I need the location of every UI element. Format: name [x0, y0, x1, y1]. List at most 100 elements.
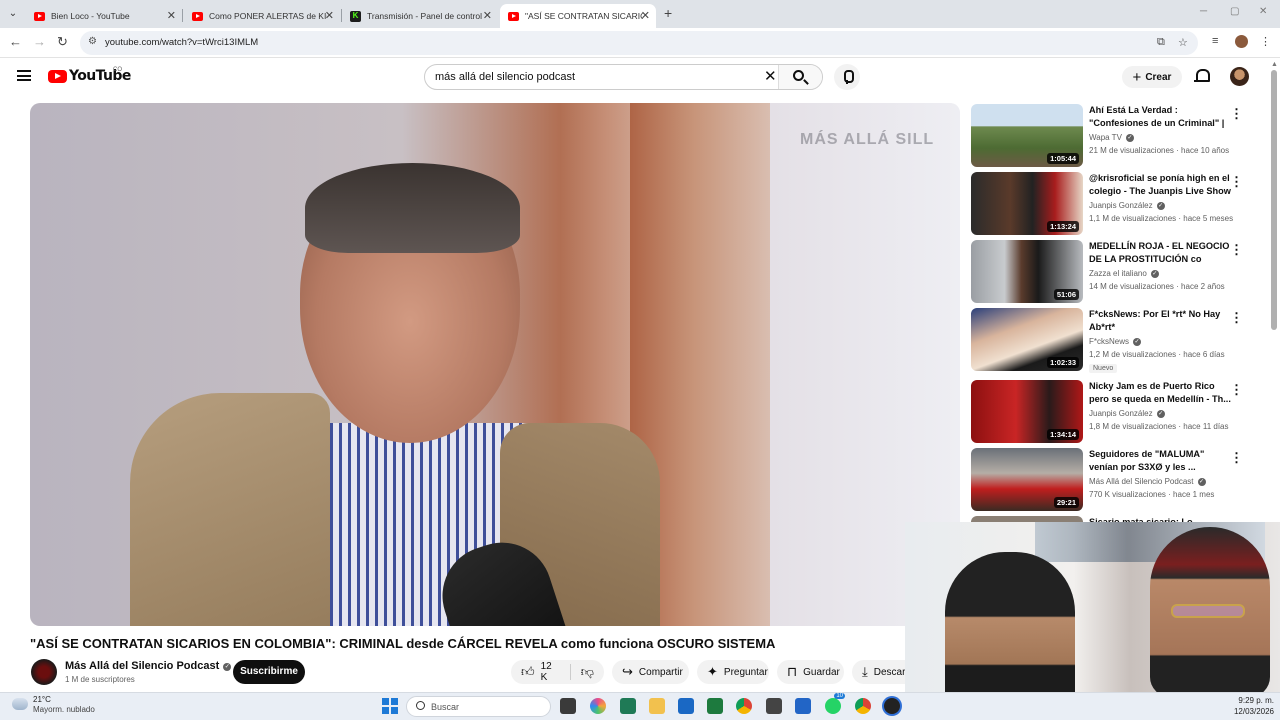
cloud-weather-icon[interactable] [12, 698, 28, 710]
create-label: Crear [1145, 71, 1172, 83]
chrome-profile-icon[interactable] [855, 698, 871, 714]
tab-alertas-kick[interactable]: Como PONER ALERTAS de KICK ✕ [184, 4, 340, 28]
recommendation-title[interactable]: MEDELLÍN ROJA - EL NEGOCIO DE LA PROSTIT… [1089, 240, 1231, 266]
dislike-button[interactable]: 👎︎ [571, 660, 604, 684]
notes-app-icon[interactable] [620, 698, 636, 714]
new-badge: Nuevo [1089, 364, 1118, 373]
vscode-like-app-icon[interactable] [795, 698, 811, 714]
share-button[interactable]: ↪ Compartir [612, 660, 689, 684]
speaker-hair [305, 163, 520, 253]
tab-search-chevron-icon[interactable]: ⌄ [4, 5, 22, 23]
video-thumbnail[interactable]: 1:34:14 [971, 380, 1083, 443]
search-icon [793, 70, 804, 81]
create-button[interactable]: + Crear [1122, 66, 1182, 88]
video-title: "ASÍ SE CONTRATAN SICARIOS EN COLOMBIA":… [30, 636, 776, 651]
more-options-icon[interactable]: ⋮ [1230, 310, 1243, 326]
tab-panel-control[interactable]: K Transmisión - Panel de control ✕ [342, 4, 498, 28]
install-app-icon[interactable]: ⧉ [1157, 36, 1165, 49]
recommendation-item[interactable]: 1:05:44 Ahí Está La Verdad : "Confesione… [971, 104, 1256, 168]
video-thumbnail[interactable]: 29:21 [971, 448, 1083, 511]
weather-description[interactable]: Mayorm. nublado [33, 705, 95, 714]
recommendation-title[interactable]: Ahí Está La Verdad : "Confesiones de un … [1089, 104, 1231, 131]
voice-search-mic-icon[interactable] [834, 64, 860, 90]
recommendation-title[interactable]: F*cksNews: Por El *rt* No Hay Ab*rt* [1089, 308, 1231, 334]
notifications-bell-icon[interactable] [1194, 69, 1210, 83]
video-thumbnail[interactable]: 1:13:24 [971, 172, 1083, 235]
recommendation-channel: Juanpis González [1089, 201, 1153, 210]
restore-icon[interactable]: ▢ [1230, 6, 1239, 17]
more-options-icon[interactable]: ⋮ [1230, 174, 1243, 190]
browser-profile-avatar[interactable] [1235, 35, 1248, 48]
more-options-icon[interactable]: ⋮ [1230, 242, 1243, 258]
task-view-icon[interactable] [560, 698, 576, 714]
like-button[interactable]: 👍︎ 12 K [511, 660, 570, 684]
recommendation-title[interactable]: Nicky Jam es de Puerto Rico pero se qued… [1089, 380, 1231, 406]
obs-studio-icon[interactable] [884, 698, 900, 714]
forward-arrow-icon[interactable]: → [33, 34, 46, 49]
reload-icon[interactable]: ↻ [57, 34, 68, 50]
copilot-icon[interactable] [590, 698, 606, 714]
bookmark-star-icon[interactable]: ☆ [1178, 36, 1188, 49]
more-options-icon[interactable]: ⋮ [1230, 382, 1243, 398]
browser-tab-strip: ⌄ Bien Loco - YouTube ✕ Como PONER ALERT… [0, 0, 1280, 28]
recommendation-item[interactable]: 1:34:14 Nicky Jam es de Puerto Rico pero… [971, 380, 1256, 444]
windows-start-icon[interactable] [382, 698, 398, 714]
site-info-icon[interactable]: ⚙ [88, 36, 97, 47]
recommendation-item[interactable]: 1:13:24 @krisroficial se ponía high en e… [971, 172, 1256, 236]
excel-icon[interactable] [707, 698, 723, 714]
view-count: 14 M de visualizaciones [1089, 282, 1174, 291]
scroll-up-arrow-icon[interactable]: ▲ [1271, 61, 1278, 68]
upload-age: hace 11 días [1183, 422, 1229, 431]
account-avatar[interactable] [1230, 67, 1249, 86]
hamburger-menu-icon[interactable] [17, 70, 31, 81]
whatsapp-icon[interactable]: 10 [825, 693, 845, 714]
close-icon[interactable]: ✕ [641, 9, 650, 22]
system-clock[interactable]: 9:29 p. m. 12/03/2026 [1226, 695, 1274, 717]
video-thumbnail[interactable]: 1:02:33 [971, 308, 1083, 371]
close-icon[interactable]: ✕ [325, 9, 334, 22]
search-button[interactable] [778, 65, 822, 89]
more-options-icon[interactable]: ⋮ [1230, 106, 1243, 122]
back-arrow-icon[interactable]: ← [9, 34, 22, 49]
channel-name-row[interactable]: Más Allá del Silencio Podcast ✓ [65, 660, 232, 672]
browser-menu-icon[interactable]: ⋮ [1260, 35, 1271, 48]
upload-age: hace 1 mes [1173, 490, 1215, 499]
weather-temperature[interactable]: 21°C [33, 695, 51, 704]
outlook-icon[interactable] [678, 698, 694, 714]
recommendation-item[interactable]: 51:06 MEDELLÍN ROJA - EL NEGOCIO DE LA P… [971, 240, 1256, 304]
channel-name[interactable]: Más Allá del Silencio Podcast [65, 660, 219, 672]
address-bar[interactable]: ⚙ youtube.com/watch?v=tWrci13IMLM ⧉ ☆ [80, 31, 1198, 55]
clear-search-icon[interactable]: ✕ [764, 67, 777, 85]
recommendation-meta: 770 K visualizaciones · hace 1 mes [1089, 490, 1215, 499]
video-player[interactable]: MÁS ALLÁ SILL [30, 103, 960, 626]
subscribe-button[interactable]: Suscribirme [233, 660, 305, 684]
clock-date: 12/03/2026 [1233, 707, 1274, 716]
channel-avatar[interactable] [31, 659, 57, 685]
minimize-icon[interactable]: ─ [1200, 6, 1207, 17]
chrome-icon[interactable] [736, 698, 752, 714]
search-box[interactable]: más allá del silencio podcast ✕ [424, 64, 823, 90]
close-window-icon[interactable]: ✕ [1259, 6, 1267, 17]
recommendation-meta: 1,1 M de visualizaciones · hace 5 meses [1089, 214, 1234, 223]
like-dislike-group: 👍︎ 12 K 👎︎ [511, 660, 604, 684]
new-tab-button[interactable]: + [664, 5, 672, 21]
close-icon[interactable]: ✕ [483, 9, 492, 22]
more-options-icon[interactable]: ⋮ [1230, 450, 1243, 466]
page-scrollbar[interactable] [1271, 70, 1277, 330]
recommendation-item[interactable]: 1:02:33 F*cksNews: Por El *rt* No Hay Ab… [971, 308, 1256, 373]
tab-active-video[interactable]: "ASÍ SE CONTRATAN SICARIOS ✕ [500, 4, 656, 28]
tab-bien-loco[interactable]: Bien Loco - YouTube ✕ [26, 4, 182, 28]
recommendation-title[interactable]: Seguidores de "MALUMA" venían por S3XØ y… [1089, 448, 1231, 474]
recommendation-title[interactable]: @krisroficial se ponía high en el colegi… [1089, 172, 1231, 198]
video-thumbnail[interactable]: 1:05:44 [971, 104, 1083, 167]
ask-button[interactable]: ✦ Preguntar [697, 660, 769, 684]
save-button[interactable]: ⊓ Guardar [777, 660, 844, 684]
file-explorer-icon[interactable] [649, 698, 665, 714]
close-icon[interactable]: ✕ [167, 9, 176, 22]
video-thumbnail[interactable]: 51:06 [971, 240, 1083, 303]
reading-list-icon[interactable]: ≡ [1212, 35, 1218, 47]
recommendation-item[interactable]: 29:21 Seguidores de "MALUMA" venían por … [971, 448, 1256, 512]
search-input[interactable]: más allá del silencio podcast [435, 71, 575, 83]
obs-app-icon[interactable] [766, 698, 782, 714]
taskbar-search[interactable]: Buscar [406, 696, 551, 717]
